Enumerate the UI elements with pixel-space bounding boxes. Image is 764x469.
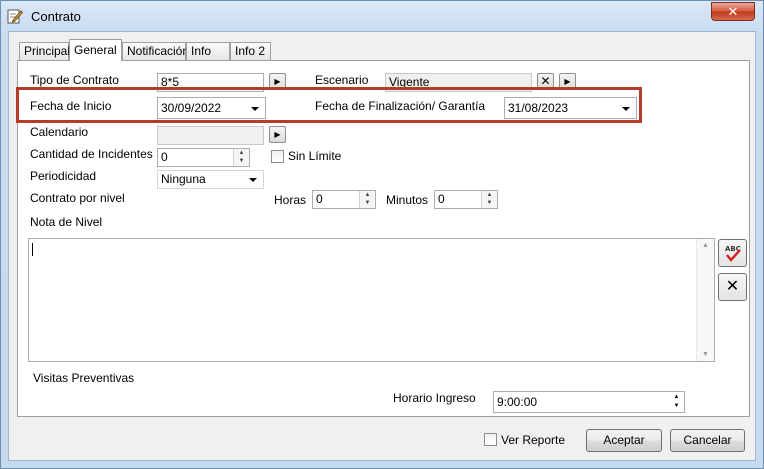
- scroll-up-icon[interactable]: ▲: [702, 242, 709, 249]
- minutos-label: Minutos: [386, 193, 429, 207]
- chevron-up-icon[interactable]: ▲: [669, 393, 684, 401]
- text-caret: [32, 243, 33, 256]
- contract-window: Contrato ✕ Principal General Notificació…: [0, 0, 764, 469]
- close-icon: ✕: [540, 74, 551, 88]
- periodicidad-label: Periodicidad: [30, 169, 97, 183]
- cancel-button[interactable]: Cancelar: [670, 429, 745, 452]
- sin-limite-checkbox[interactable]: [271, 150, 284, 163]
- cantidad-incidentes-value: 0: [161, 150, 168, 164]
- stepper-buttons[interactable]: ▲ ▼: [669, 392, 684, 412]
- tab-notificacion[interactable]: Notificación: [122, 42, 189, 60]
- calendario-field[interactable]: [157, 126, 264, 145]
- stepper-buttons[interactable]: ▲ ▼: [233, 149, 249, 166]
- escenario-label: Escenario: [315, 73, 369, 87]
- calendario-lookup-button[interactable]: ▶: [269, 126, 286, 143]
- edit-document-icon: [7, 8, 24, 24]
- chevron-up-icon[interactable]: ▲: [482, 191, 497, 199]
- chevron-down-icon[interactable]: ▼: [669, 402, 684, 410]
- chevron-down-icon: [249, 178, 257, 182]
- horario-ingreso-label: Horario Ingreso: [393, 391, 476, 405]
- date-fields-highlight: [16, 87, 642, 123]
- spellcheck-icon: ABC: [722, 245, 744, 267]
- window-title: Contrato: [31, 9, 81, 24]
- horario-ingreso-value: 9:00:00: [497, 395, 538, 409]
- nota-nivel-label: Nota de Nivel: [30, 215, 103, 229]
- play-icon: ▶: [274, 77, 281, 86]
- close-button[interactable]: ✕: [711, 2, 755, 21]
- periodicidad-select[interactable]: Ninguna: [157, 170, 264, 189]
- chevron-down-icon[interactable]: ▼: [360, 199, 375, 207]
- tab-general[interactable]: General: [69, 39, 122, 61]
- visitas-preventivas-label: Visitas Preventivas: [33, 371, 135, 385]
- stepper-buttons[interactable]: ▲ ▼: [481, 191, 497, 208]
- close-icon: ✕: [725, 278, 740, 295]
- calendario-label: Calendario: [30, 125, 89, 139]
- periodicidad-value: Ninguna: [161, 172, 206, 186]
- contrato-por-nivel-label: Contrato por nivel: [30, 191, 125, 205]
- tab-info[interactable]: Info: [186, 42, 230, 60]
- chevron-up-icon[interactable]: ▲: [360, 191, 375, 199]
- chevron-down-icon[interactable]: ▼: [234, 157, 249, 165]
- vertical-scrollbar[interactable]: ▲ ▼: [696, 239, 714, 361]
- accept-button[interactable]: Aceptar: [586, 429, 662, 452]
- close-icon: ✕: [727, 4, 739, 19]
- stepper-buttons[interactable]: ▲ ▼: [359, 191, 375, 208]
- title-bar: Contrato ✕: [1, 1, 763, 31]
- cantidad-incidentes-label: Cantidad de Incidentes: [30, 147, 153, 161]
- ver-reporte-checkbox[interactable]: [484, 433, 497, 446]
- tab-info-2[interactable]: Info 2: [230, 42, 271, 60]
- horas-label: Horas: [274, 193, 307, 207]
- play-icon: ▶: [564, 77, 571, 86]
- clear-note-button[interactable]: ✕: [718, 273, 747, 301]
- horas-value: 0: [316, 192, 323, 206]
- spellcheck-button[interactable]: ABC: [718, 239, 747, 267]
- tipo-contrato-label: Tipo de Contrato: [30, 73, 119, 87]
- horario-ingreso-stepper[interactable]: 9:00:00 ▲ ▼: [493, 391, 685, 413]
- cantidad-incidentes-stepper[interactable]: 0 ▲ ▼: [157, 148, 250, 167]
- minutos-value: 0: [438, 192, 445, 206]
- horas-stepper[interactable]: 0 ▲ ▼: [312, 190, 376, 209]
- chevron-down-icon[interactable]: ▼: [482, 199, 497, 207]
- minutos-stepper[interactable]: 0 ▲ ▼: [434, 190, 498, 209]
- play-icon: ▶: [274, 130, 281, 139]
- scroll-down-icon[interactable]: ▼: [702, 351, 709, 358]
- tab-principal[interactable]: Principal: [19, 42, 70, 60]
- nota-nivel-textarea[interactable]: ▲ ▼: [28, 238, 715, 362]
- ver-reporte-label: Ver Reporte: [501, 433, 566, 447]
- chevron-up-icon[interactable]: ▲: [234, 149, 249, 157]
- sin-limite-label: Sin Límite: [288, 149, 342, 163]
